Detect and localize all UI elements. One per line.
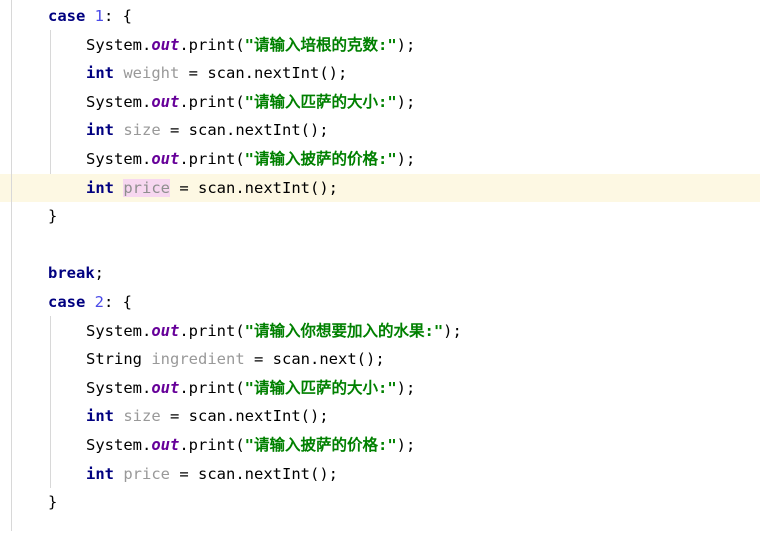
code-token-plain: .print( [179, 92, 245, 111]
code-token-plain: System. [86, 92, 152, 111]
code-token-str: "请输入培根的克数:" [244, 35, 397, 54]
code-token-plain: .print( [179, 149, 245, 168]
code-token-num: 2 [94, 292, 105, 311]
code-token-plain: ); [396, 92, 416, 111]
code-token-field: out [151, 35, 180, 54]
code-token-field: out [151, 435, 180, 454]
code-token-var: size [123, 121, 161, 140]
code-token-plain: ); [396, 35, 416, 54]
code-token-kw: int [86, 407, 114, 426]
code-token-plain: System. [86, 35, 152, 54]
code-token-str: "请输入披萨的价格:" [244, 435, 397, 454]
code-token-plain: System. [86, 378, 152, 397]
code-token-plain: ); [396, 435, 416, 454]
code-token-kw: int [86, 464, 114, 483]
code-token-str: "请输入你想要加入的水果:" [244, 321, 444, 340]
code-line[interactable]: System.out.print("请输入披萨的价格:"); [0, 431, 760, 460]
code-editor[interactable]: case 1: {System.out.print("请输入培根的克数:"); i… [0, 0, 760, 540]
code-token-kw: break [48, 264, 95, 283]
code-lines-container[interactable]: case 1: {System.out.print("请输入培根的克数:"); i… [0, 0, 760, 517]
code-token-plain: ; [94, 264, 105, 283]
gutter-vertical-rule [11, 0, 12, 531]
code-line[interactable]: System.out.print("请输入披萨的价格:"); [0, 145, 760, 174]
code-line[interactable]: int price = scan.nextInt(); [0, 460, 760, 489]
code-token-var-hl: price [123, 178, 171, 197]
code-line[interactable]: System.out.print("请输入你想要加入的水果:"); [0, 317, 760, 346]
code-token-plain: : { [104, 7, 133, 25]
code-token-plain: .print( [179, 321, 245, 340]
code-token-plain: ); [396, 149, 416, 168]
code-token-plain: ); [443, 321, 462, 340]
code-token-plain: .print( [179, 435, 245, 454]
code-line[interactable]: int size = scan.nextInt(); [0, 116, 760, 145]
code-token-brace: } [48, 207, 58, 226]
code-token-plain: = scan.nextInt(); [160, 407, 329, 426]
code-token-plain: System. [86, 149, 152, 168]
code-token-kw: int [86, 178, 114, 197]
code-line[interactable]: case 2: { [0, 288, 760, 317]
code-token-str: "请输入匹萨的大小:" [244, 378, 397, 397]
code-token-kw: int [86, 64, 114, 83]
code-token-plain: : { [104, 292, 133, 311]
code-token-var: size [123, 407, 161, 426]
code-token-str: "请输入匹萨的大小:" [244, 92, 397, 111]
code-line[interactable]: case 1: { [0, 2, 760, 31]
code-line[interactable]: System.out.print("请输入匹萨的大小:"); [0, 374, 760, 403]
code-token-plain: = scan.nextInt(); [170, 178, 338, 197]
code-token-plain: .print( [179, 35, 245, 54]
code-line[interactable]: String ingredient = scan.next(); [0, 345, 760, 374]
code-line[interactable]: break; [0, 259, 760, 288]
code-token-var: price [123, 464, 171, 483]
code-token-var: weight [123, 64, 180, 83]
code-token-kw: case [48, 7, 86, 25]
code-token-field: out [151, 378, 180, 397]
code-token-plain: = scan.next(); [244, 350, 385, 369]
code-token-brace: } [48, 493, 58, 512]
code-token-kw: case [48, 292, 86, 311]
code-token-field: out [151, 149, 180, 168]
code-token-plain: = scan.nextInt(); [160, 121, 329, 140]
code-token-plain: ); [396, 378, 416, 397]
code-line[interactable]: int price = scan.nextInt(); [0, 173, 760, 203]
code-token-field: out [151, 321, 180, 340]
code-line[interactable]: } [0, 488, 760, 517]
code-line[interactable]: } [0, 202, 760, 231]
code-line[interactable]: int weight = scan.nextInt(); [0, 59, 760, 88]
code-token-plain: System. [86, 435, 152, 454]
code-token-var: ingredient [151, 350, 245, 369]
code-token-plain: System. [86, 321, 152, 340]
code-token-plain: .print( [179, 378, 245, 397]
code-token-plain: String [86, 350, 142, 369]
code-line-blank[interactable] [0, 231, 760, 260]
code-line[interactable]: int size = scan.nextInt(); [0, 402, 760, 431]
code-line[interactable]: System.out.print("请输入匹萨的大小:"); [0, 88, 760, 117]
code-line[interactable]: System.out.print("请输入培根的克数:"); [0, 31, 760, 60]
code-token-plain: = scan.nextInt(); [170, 464, 338, 483]
code-token-kw: int [86, 121, 114, 140]
code-token-plain: = scan.nextInt(); [179, 64, 348, 83]
code-token-field: out [151, 92, 180, 111]
code-token-str: "请输入披萨的价格:" [244, 149, 397, 168]
code-token-num: 1 [94, 7, 105, 25]
